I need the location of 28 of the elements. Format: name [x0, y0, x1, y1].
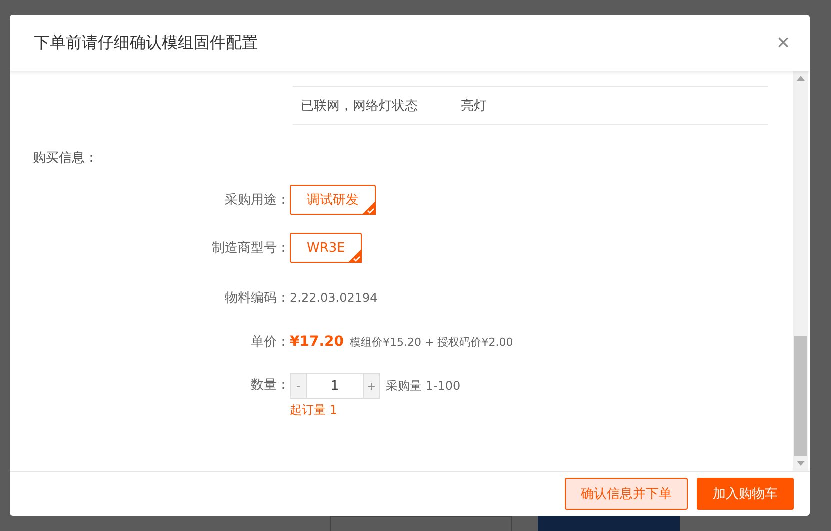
field-label: 物料编码： — [224, 290, 290, 307]
field-label: 制造商型号： — [211, 240, 290, 257]
material-code: 2.22.03.02194 — [290, 291, 378, 305]
scroll-up-icon[interactable] — [796, 76, 804, 81]
minimum-order-note: 起订量 1 — [290, 402, 338, 419]
field-label: 数量： — [250, 377, 290, 394]
unit-price: ¥17.20 — [290, 334, 344, 350]
option-button[interactable]: 调试研发 — [290, 185, 376, 215]
check-icon — [362, 201, 376, 215]
quantity-stepper[interactable]: - 1 + — [290, 373, 380, 399]
decrement-button[interactable]: - — [291, 374, 306, 398]
section-title: 购买信息： — [33, 150, 99, 167]
close-button[interactable]: × — [777, 32, 790, 54]
price-detail: 模组价¥15.20 + 授权码价¥2.00 — [350, 334, 514, 350]
field-label: 采购用途： — [224, 192, 290, 209]
scrollbar[interactable] — [793, 71, 808, 471]
scroll-down-icon[interactable] — [796, 461, 804, 466]
check-icon — [348, 249, 362, 263]
increment-button[interactable]: + — [364, 374, 379, 398]
quantity-range: 采购量 1-100 — [386, 378, 461, 394]
table-cell-text: 已联网，网络灯状态 — [301, 98, 419, 114]
scrollbar-thumb[interactable] — [794, 336, 807, 456]
dialog-title: 下单前请仔细确认模组固件配置 — [34, 32, 258, 54]
field-label: 单价： — [250, 334, 290, 351]
option-button[interactable]: WR3E — [290, 233, 362, 263]
table-cell-text: 亮灯 — [461, 98, 487, 114]
confirm-order-button[interactable]: 确认信息并下单 — [565, 478, 688, 510]
add-to-cart-button[interactable]: 加入购物车 — [697, 478, 794, 510]
